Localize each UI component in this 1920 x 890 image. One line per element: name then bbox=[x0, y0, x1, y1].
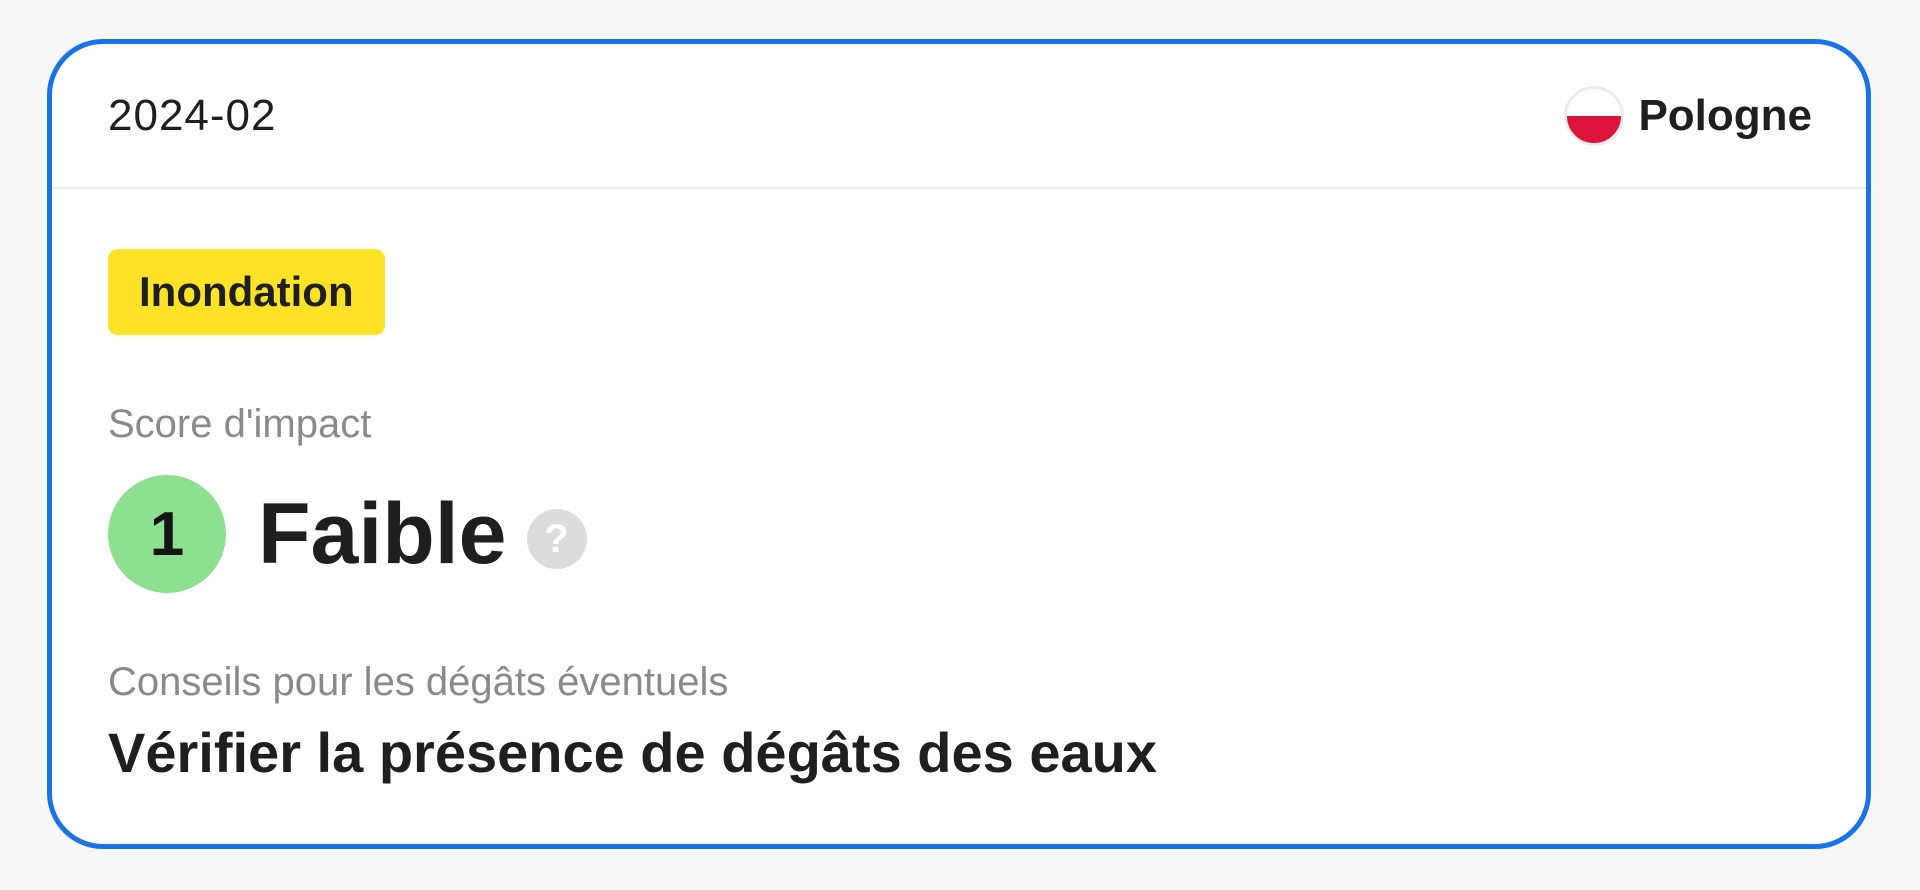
question-mark-icon[interactable]: ? bbox=[526, 509, 587, 569]
impact-score-circle: 1 bbox=[108, 475, 226, 593]
poland-flag-icon bbox=[1564, 85, 1625, 146]
event-date: 2024-02 bbox=[108, 90, 277, 140]
advice-text: Vérifier la présence de dégâts des eaux bbox=[108, 721, 1157, 784]
card-body: Inondation Score d'impact 1 Faible ? Con… bbox=[52, 189, 1866, 785]
card-header: 2024-02 Pologne bbox=[52, 44, 1866, 189]
impact-score-label: Score d'impact bbox=[108, 402, 372, 446]
event-card[interactable]: 2024-02 Pologne Inondation Score d'impac… bbox=[47, 39, 1871, 849]
country-tag: Pologne bbox=[1564, 85, 1812, 146]
impact-score-row: 1 Faible ? bbox=[108, 475, 1810, 593]
impact-level: Faible bbox=[258, 486, 507, 582]
advice-label: Conseils pour les dégâts éventuels bbox=[108, 660, 729, 704]
hazard-badge: Inondation bbox=[108, 249, 385, 335]
country-name: Pologne bbox=[1638, 90, 1812, 140]
